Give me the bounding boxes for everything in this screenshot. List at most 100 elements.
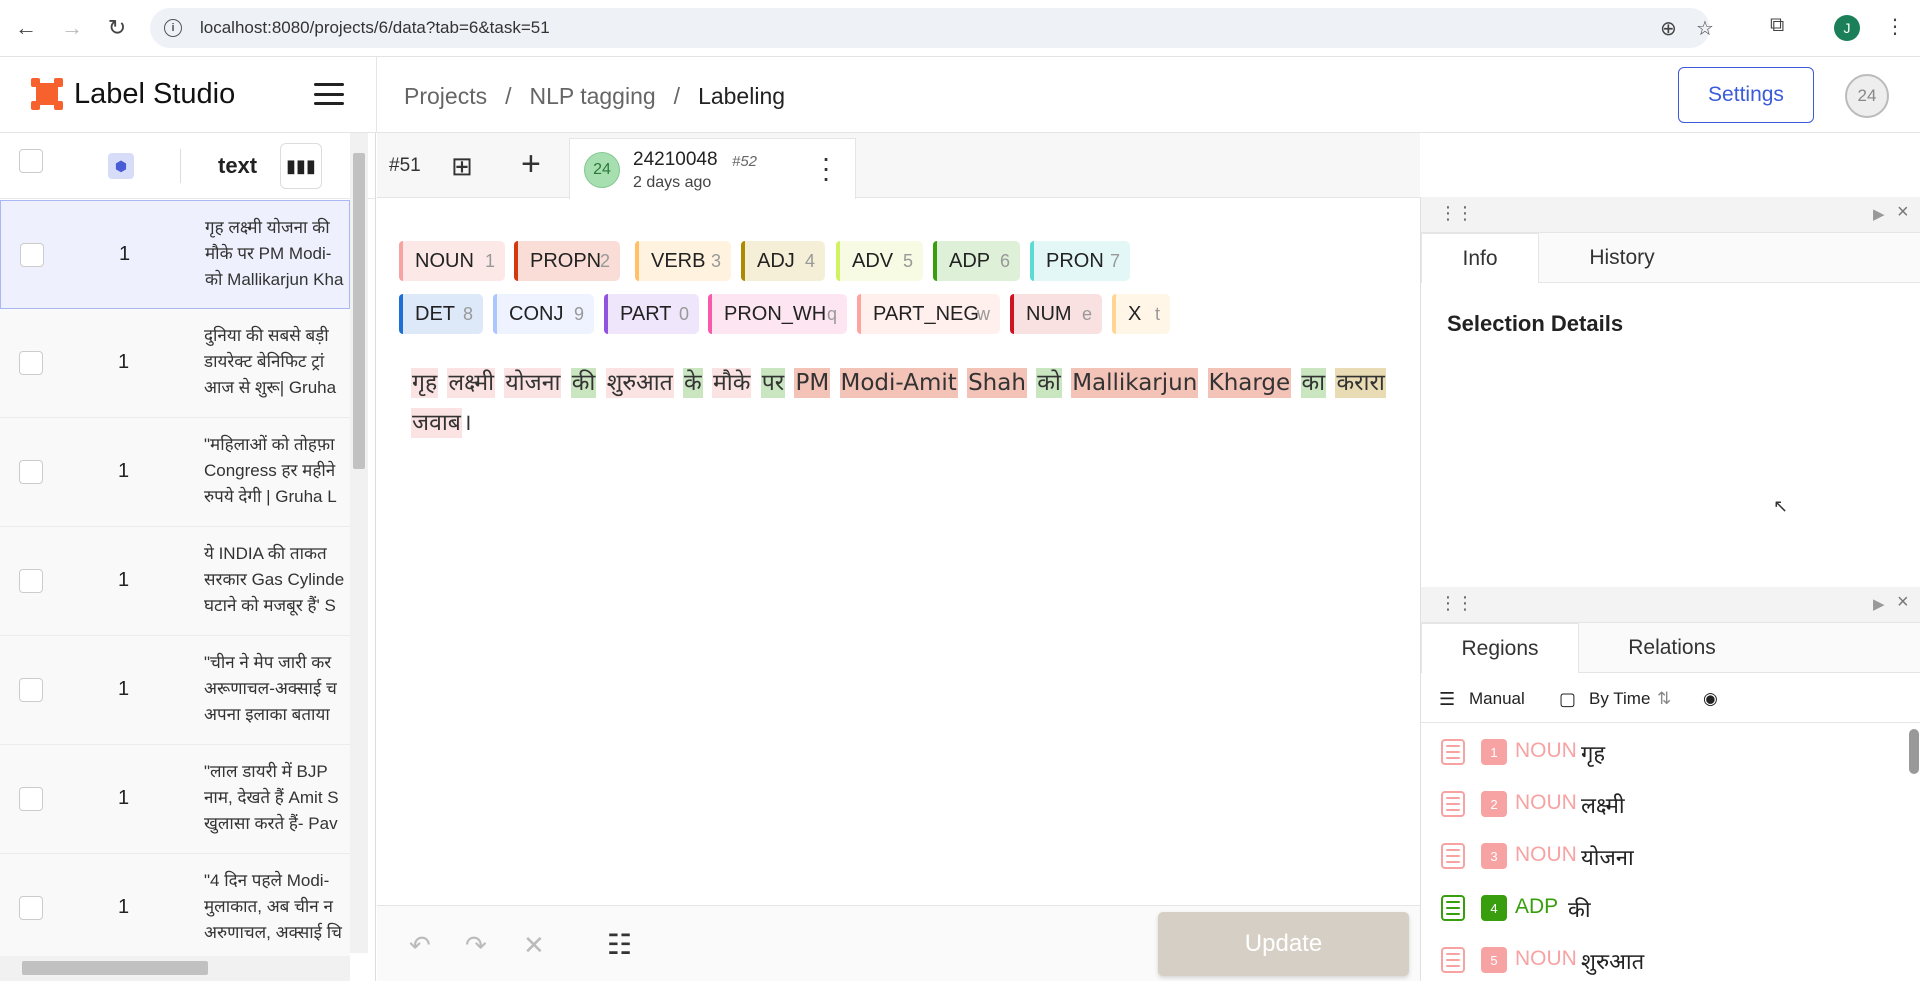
sort-by-time-button[interactable]: By Time: [1589, 689, 1650, 709]
label-conj-button[interactable]: CONJ 9: [493, 294, 594, 334]
label-adv-button[interactable]: ADV 5: [836, 241, 923, 281]
text-region[interactable]: को: [1036, 368, 1062, 398]
text-region[interactable]: का: [1300, 368, 1327, 398]
tab-relations[interactable]: Relations: [1579, 623, 1765, 673]
tab-history[interactable]: History: [1539, 233, 1705, 283]
text-region[interactable]: Mallikarjun: [1071, 368, 1199, 398]
settings-button[interactable]: Settings: [1678, 67, 1814, 123]
table-row[interactable]: 1 "महिलाओं को तोहफ़ा Congress हर महीने रुपय…: [0, 418, 350, 527]
table-row[interactable]: 1 "4 दिन पहले Modi- मुलाकात, अब चीन न अरुणा…: [0, 854, 350, 963]
row-checkbox[interactable]: [19, 678, 43, 702]
table-row[interactable]: 1 दुनिया की सबसे बड़ी डायरेक्ट बेनिफिट ट्र…: [0, 309, 350, 418]
table-row[interactable]: 1 ये INDIA की ताकत सरकार Gas Cylinde घटाने …: [0, 527, 350, 636]
drag-handle-icon[interactable]: ⋮⋮: [1439, 593, 1474, 614]
user-avatar[interactable]: 24: [1845, 74, 1889, 118]
region-item[interactable]: 5 NOUN शुरुआत: [1421, 935, 1901, 987]
tab-info[interactable]: Info: [1421, 233, 1539, 283]
reload-icon[interactable]: ↻: [103, 14, 131, 42]
region-item[interactable]: 3 NOUN योजना: [1421, 831, 1901, 883]
annotation-menu-icon[interactable]: · · ·: [820, 144, 832, 192]
text-region[interactable]: लक्ष्मी: [447, 368, 496, 398]
task-list-hscrollbar[interactable]: [0, 956, 350, 981]
regions-scrollbar[interactable]: [1909, 729, 1919, 774]
text-space: ।: [462, 410, 472, 436]
breadcrumb-project[interactable]: NLP tagging: [529, 83, 655, 110]
logo[interactable]: Label Studio: [30, 77, 235, 111]
label-adp-button[interactable]: ADP 6: [933, 241, 1020, 281]
label-x-button[interactable]: Xt: [1112, 294, 1170, 334]
label-adj-button[interactable]: ADJ 4: [741, 241, 825, 281]
settings-sliders-icon[interactable]: ☷: [607, 928, 632, 961]
text-region[interactable]: PM: [794, 368, 831, 398]
region-item[interactable]: 4 ADP की: [1421, 883, 1901, 935]
table-row[interactable]: 1 "लाल डायरी में BJP नाम, देखते हैं Amit S…: [0, 745, 350, 854]
back-icon[interactable]: ←: [12, 14, 40, 42]
text-region[interactable]: योजना: [504, 368, 562, 398]
update-button[interactable]: Update: [1158, 912, 1409, 976]
row-checkbox[interactable]: [19, 896, 43, 920]
bookmark-star-icon[interactable]: ☆: [1696, 16, 1714, 41]
table-row[interactable]: 1 गृह लक्ष्मी योजना की मौके पर PM Modi- को …: [0, 200, 350, 309]
redo-icon[interactable]: ↷: [465, 930, 487, 961]
label-pron-button[interactable]: PRON 7: [1030, 241, 1130, 281]
undo-icon[interactable]: ↶: [409, 930, 431, 961]
text-region[interactable]: शुरुआत: [605, 368, 674, 398]
annotation-tab[interactable]: 24 24210048 #52 2 days ago · · ·: [569, 138, 856, 199]
columns-toggle-icon[interactable]: ▮▮▮: [280, 143, 322, 189]
annotated-text[interactable]: गृह लक्ष्मी योजना की शुरुआत के मौके पर P…: [411, 363, 1391, 443]
grid-view-icon[interactable]: ⬢: [108, 153, 134, 179]
label-propn-button[interactable]: PROPN 2: [514, 241, 620, 281]
text-region[interactable]: के: [683, 368, 703, 398]
label-noun-button[interactable]: NOUN 1: [399, 241, 505, 281]
text-region[interactable]: की: [570, 368, 597, 398]
text-region[interactable]: गृह: [411, 368, 439, 398]
label-num-button[interactable]: NUM e: [1010, 294, 1102, 334]
extensions-icon[interactable]: ⧉: [1770, 14, 1784, 37]
breadcrumb-projects[interactable]: Projects: [404, 83, 487, 110]
address-bar[interactable]: i localhost:8080/projects/6/data?tab=6&t…: [150, 8, 1714, 48]
forward-icon[interactable]: →: [58, 14, 86, 42]
sort-by-time-icon[interactable]: ▢: [1559, 689, 1576, 710]
text-region[interactable]: Shah: [967, 368, 1027, 398]
reset-icon[interactable]: ✕: [523, 930, 545, 961]
row-checkbox[interactable]: [19, 351, 43, 375]
text-region[interactable]: Kharge: [1207, 368, 1292, 398]
manual-order-icon[interactable]: ☰: [1439, 689, 1455, 710]
select-all-checkbox[interactable]: [19, 149, 43, 173]
column-header-text[interactable]: text: [218, 153, 257, 179]
region-item[interactable]: 2 NOUN लक्ष्मी: [1421, 779, 1901, 831]
grid-icon[interactable]: ⊞: [451, 151, 473, 182]
region-item[interactable]: 1 NOUN गृह: [1421, 727, 1901, 779]
profile-avatar[interactable]: J: [1834, 15, 1860, 41]
text-region[interactable]: पर: [760, 368, 786, 398]
task-list-scrollbar[interactable]: [350, 133, 368, 953]
row-checkbox[interactable]: [19, 460, 43, 484]
close-panel-icon[interactable]: ×: [1897, 201, 1909, 224]
label-part-button[interactable]: PART 0: [604, 294, 699, 334]
text-region[interactable]: Modi-Amit: [839, 368, 958, 398]
tab-regions[interactable]: Regions: [1421, 623, 1579, 673]
text-region[interactable]: जवाब: [411, 408, 462, 438]
row-checkbox[interactable]: [19, 569, 43, 593]
expand-icon[interactable]: ▶: [1873, 205, 1885, 223]
row-checkbox[interactable]: [19, 787, 43, 811]
add-annotation-icon[interactable]: +: [521, 145, 541, 184]
manual-button[interactable]: Manual: [1469, 689, 1525, 709]
label-part-neg-button[interactable]: PART_NEG w: [857, 294, 1000, 334]
close-panel-icon[interactable]: ×: [1897, 591, 1909, 614]
text-region[interactable]: मौके: [712, 368, 752, 398]
row-checkbox[interactable]: [20, 243, 44, 267]
expand-icon[interactable]: ▶: [1873, 595, 1885, 613]
visibility-eye-icon[interactable]: ◉: [1703, 689, 1718, 709]
browser-menu-icon[interactable]: ⋮: [1885, 14, 1905, 39]
sort-direction-icon[interactable]: ⇅: [1657, 689, 1671, 709]
label-det-button[interactable]: DET 8: [399, 294, 483, 334]
zoom-icon[interactable]: ⊕: [1660, 16, 1677, 41]
hamburger-menu-icon[interactable]: [314, 83, 344, 105]
label-pron-wh-button[interactable]: PRON_WH q: [708, 294, 847, 334]
table-row[interactable]: 1 "चीन ने मेप जारी कर अरूणाचल-अक्साई च अपना…: [0, 636, 350, 745]
label-verb-button[interactable]: VERB 3: [635, 241, 731, 281]
drag-handle-icon[interactable]: ⋮⋮: [1439, 203, 1474, 224]
text-region[interactable]: करारा: [1335, 368, 1386, 398]
site-info-icon[interactable]: i: [164, 19, 182, 37]
